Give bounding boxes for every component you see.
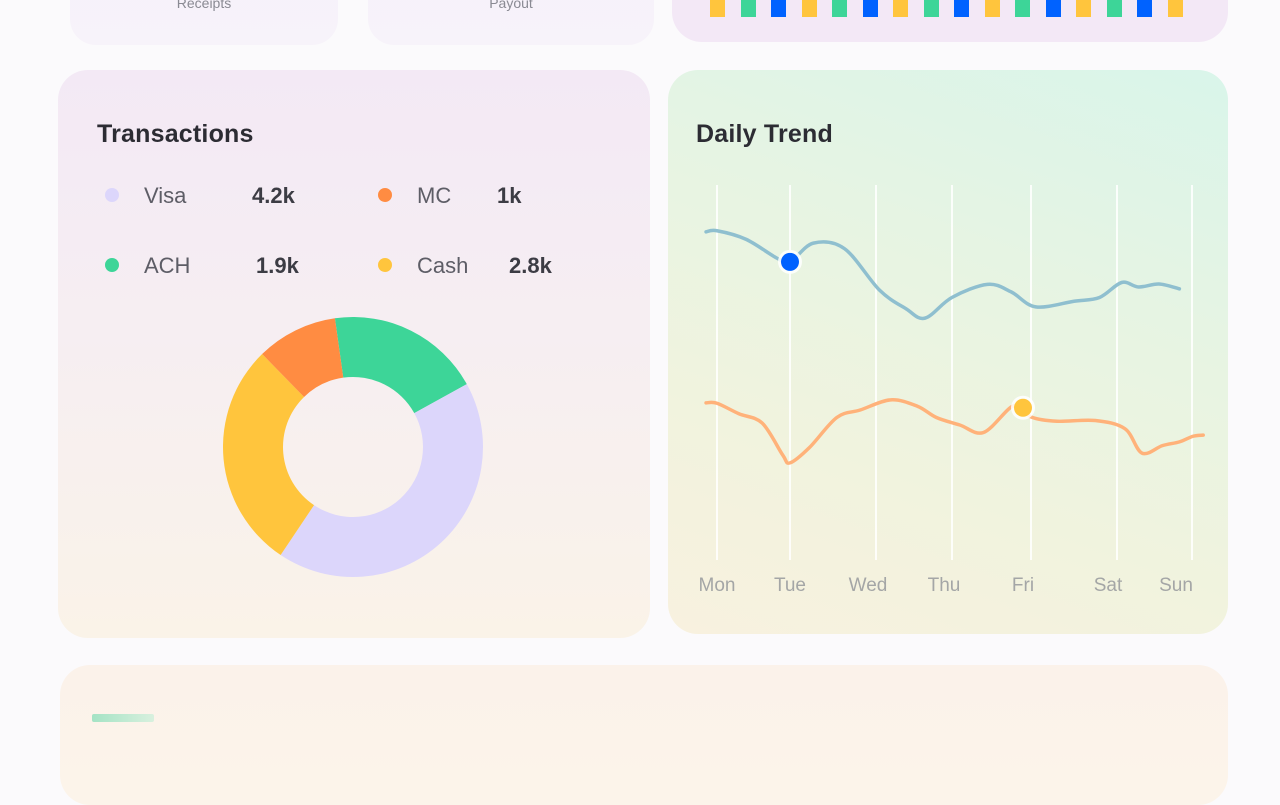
x-tick-label: Mon [699, 575, 736, 596]
series-blue-marker[interactable] [781, 252, 799, 271]
x-tick-label: Fri [1012, 575, 1034, 596]
x-tick-label: Sun [1159, 575, 1193, 596]
bar-strip [710, 0, 1198, 17]
payout-card: Payout [368, 0, 654, 45]
strip-bar [740, 0, 756, 17]
transactions-card: Transactions Visa 4.2k MC 1k ACH 1.9k Ca… [58, 70, 650, 638]
strip-bar [893, 0, 909, 17]
bar-strip-card [672, 0, 1228, 42]
daily-trend-chart: Mon Tue Wed Thu Fri Sat Sun [699, 185, 1205, 596]
receipts-card: Receipts [70, 0, 338, 45]
series-orange-line [704, 398, 1205, 465]
strip-bar [1076, 0, 1092, 17]
x-tick-label: Sat [1094, 575, 1123, 596]
x-tick-label: Tue [774, 575, 806, 596]
series-blue-line [704, 228, 1182, 321]
strip-bar [954, 0, 970, 17]
x-tick-label: Thu [928, 575, 961, 596]
series-orange-marker[interactable] [1014, 398, 1032, 417]
strip-bar [832, 0, 848, 17]
donut-chart [222, 317, 483, 577]
strip-bar [984, 0, 1000, 17]
strip-bar [801, 0, 817, 17]
strip-bar [771, 0, 787, 17]
strip-bar [923, 0, 939, 17]
strip-bar [1167, 0, 1183, 17]
bottom-card [60, 665, 1228, 805]
strip-bar [862, 0, 878, 17]
strip-bar [1137, 0, 1153, 17]
strip-bar [1106, 0, 1122, 17]
payout-label: Payout [489, 0, 533, 11]
donut-slice-visa [280, 384, 483, 577]
bottom-tag [92, 714, 154, 722]
strip-bar [1045, 0, 1061, 17]
daily-trend-card: Daily Trend Mon Tue Wed Thu Fri Sat Sun [668, 70, 1228, 634]
strip-bar [710, 0, 726, 17]
x-tick-label: Wed [849, 575, 888, 596]
receipts-label: Receipts [176, 0, 232, 11]
strip-bar [1015, 0, 1031, 17]
